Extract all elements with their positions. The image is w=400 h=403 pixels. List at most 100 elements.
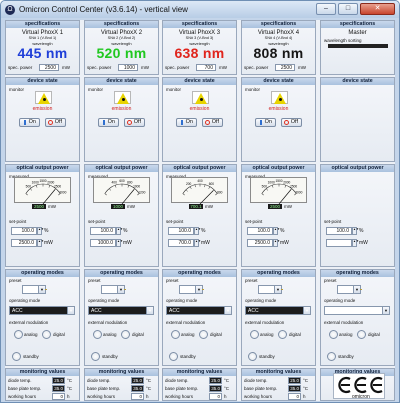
operating-mode-dropdown[interactable]: ACC ▼	[245, 306, 311, 315]
standby-toggle[interactable]	[248, 352, 257, 361]
device-serial: SN# 2 (V-Bnd 2)	[107, 36, 136, 40]
spec-power-field: 2500	[39, 64, 59, 71]
diode-temp-row: diode temp. 25.0 °C	[242, 377, 315, 384]
digital-radio[interactable]	[199, 330, 208, 339]
diode-temp-value: 25.0	[131, 377, 144, 384]
preset-label: preset	[245, 278, 258, 283]
monitoring-values-panel: monitoring values omicron	[320, 368, 395, 401]
set-point-mw-input[interactable]	[326, 239, 352, 247]
emission-monitor	[192, 91, 209, 104]
laser-off-button[interactable]: Off	[124, 118, 145, 127]
set-point-percent-input[interactable]: 100.0	[326, 227, 352, 235]
laser-off-button[interactable]: Off	[281, 118, 302, 127]
set-point-mw-input[interactable]: 2500.0	[247, 239, 273, 247]
preset-dropdown[interactable]: ▼	[179, 285, 204, 294]
standby-toggle[interactable]	[12, 352, 21, 361]
operating-mode-dropdown[interactable]: ▼	[324, 306, 390, 315]
meter-tick-label: 1000	[32, 180, 39, 184]
unit-mw: mW	[141, 65, 149, 70]
meter-tick	[271, 185, 274, 188]
operating-mode-dropdown[interactable]: ACC ▼	[9, 306, 75, 315]
power-on-icon	[260, 120, 262, 125]
set-point-mw-row: 2500.0 ▲▼ mW	[247, 239, 307, 247]
set-point-mw-spinner[interactable]: ▲▼	[352, 239, 359, 247]
analog-radio[interactable]	[14, 330, 23, 339]
meter-dial: 5001000 1500 200025003000	[25, 179, 67, 204]
emission-label: emission	[32, 106, 53, 112]
set-point-mw-spinner[interactable]: ▲▼	[194, 239, 201, 247]
set-point-percent-input[interactable]: 100.0	[247, 227, 273, 235]
set-point-percent-spinner[interactable]: ▲▼	[116, 227, 123, 235]
panel-header: operating modes	[163, 270, 236, 277]
meter-tick-label: 500	[26, 184, 32, 188]
set-point-percent-spinner[interactable]: ▲▼	[194, 227, 201, 235]
preset-dropdown[interactable]: ▼	[337, 285, 362, 294]
operating-mode-dropdown[interactable]: ACC ▼	[88, 306, 154, 315]
standby-toggle[interactable]	[327, 352, 336, 361]
diode-temp-label: diode temp.	[87, 378, 111, 383]
emission-monitor	[114, 91, 131, 104]
operating-mode-value: ACC	[91, 308, 102, 314]
measured-unit: mW	[127, 204, 135, 209]
set-point-mw-input[interactable]: 1000.0	[90, 239, 116, 247]
digital-radio[interactable]	[42, 330, 51, 339]
warning-dot	[121, 98, 125, 101]
standby-toggle[interactable]	[91, 352, 100, 361]
mw-unit: mW	[280, 240, 289, 246]
set-point-percent-input[interactable]: 100.0	[11, 227, 37, 235]
analog-radio[interactable]	[329, 330, 338, 339]
digital-label: digital	[368, 332, 380, 337]
diode-temp-label: diode temp.	[165, 378, 189, 383]
working-hours-row: working hours 0 h	[85, 393, 158, 400]
working-hours-label: working hours	[244, 394, 273, 399]
set-point-percent-spinner[interactable]: ▲▼	[37, 227, 44, 235]
laser-off-button[interactable]: Off	[45, 118, 66, 127]
set-point-percent-spinner[interactable]: ▲▼	[352, 227, 359, 235]
set-point-percent-input[interactable]: 100.0	[90, 227, 116, 235]
laser-on-button[interactable]: On	[255, 118, 276, 127]
analog-radio[interactable]	[93, 330, 102, 339]
maximize-button[interactable]: □	[338, 3, 358, 15]
operating-modes-panel: operating modes preset ▼ operating mode ACC ▼…	[162, 269, 237, 366]
digital-radio[interactable]	[357, 330, 366, 339]
set-point-mw-spinner[interactable]: ▲▼	[37, 239, 44, 247]
preset-dropdown[interactable]: ▼	[258, 285, 283, 294]
digital-radio[interactable]	[278, 330, 287, 339]
set-point-mw-input[interactable]: 700.0	[168, 239, 194, 247]
digital-radio[interactable]	[121, 330, 130, 339]
diode-temp-row: diode temp. 25.0 °C	[6, 377, 79, 384]
operating-mode-dropdown[interactable]: ACC ▼	[166, 306, 232, 315]
set-point-mw-input[interactable]: 2500.0	[11, 239, 37, 247]
set-point-mw-row: 2500.0 ▲▼ mW	[11, 239, 71, 247]
set-point-mw-spinner[interactable]: ▲▼	[273, 239, 280, 247]
set-point-mw-spinner[interactable]: ▲▼	[116, 239, 123, 247]
laser-on-button[interactable]: On	[176, 118, 197, 127]
device-state-panel: device state monitor emission On Off	[84, 77, 159, 162]
preset-dropdown[interactable]: ▼	[101, 285, 126, 294]
set-point-mw-row: 1000.0 ▲▼ mW	[90, 239, 150, 247]
close-button[interactable]: ✕	[360, 3, 395, 15]
laser-on-button[interactable]: On	[98, 118, 119, 127]
external-modulation-label: external modulation	[166, 320, 206, 325]
preset-dropdown[interactable]: ▼	[22, 285, 47, 294]
minimize-button[interactable]: –	[316, 3, 336, 15]
set-point-label: set-point	[9, 219, 27, 224]
on-label: On	[264, 119, 272, 125]
analog-radio[interactable]	[250, 330, 259, 339]
external-modulation-label: external modulation	[88, 320, 128, 325]
panel-header: optical output power	[242, 165, 315, 172]
external-modulation-label: external modulation	[245, 320, 285, 325]
set-point-percent-spinner[interactable]: ▲▼	[273, 227, 280, 235]
laser-off-button[interactable]: Off	[202, 118, 223, 127]
optical-output-power-panel: optical output powermeasured500100015002…	[5, 164, 80, 267]
power-meter: 400 600 800 1000 1200	[93, 177, 150, 204]
standby-toggle[interactable]	[169, 352, 178, 361]
measured-unit: mW	[205, 204, 213, 209]
analog-radio[interactable]	[171, 330, 180, 339]
panel-header: optical output power	[321, 165, 394, 172]
set-point-percent-input[interactable]: 100.0	[168, 227, 194, 235]
wavelength-value: 638 nm	[174, 45, 225, 61]
laser-on-button[interactable]: On	[19, 118, 40, 127]
operating-modes-panel: operating modes preset ▼ operating mode ACC ▼…	[5, 269, 80, 366]
meter-needle	[278, 189, 292, 204]
